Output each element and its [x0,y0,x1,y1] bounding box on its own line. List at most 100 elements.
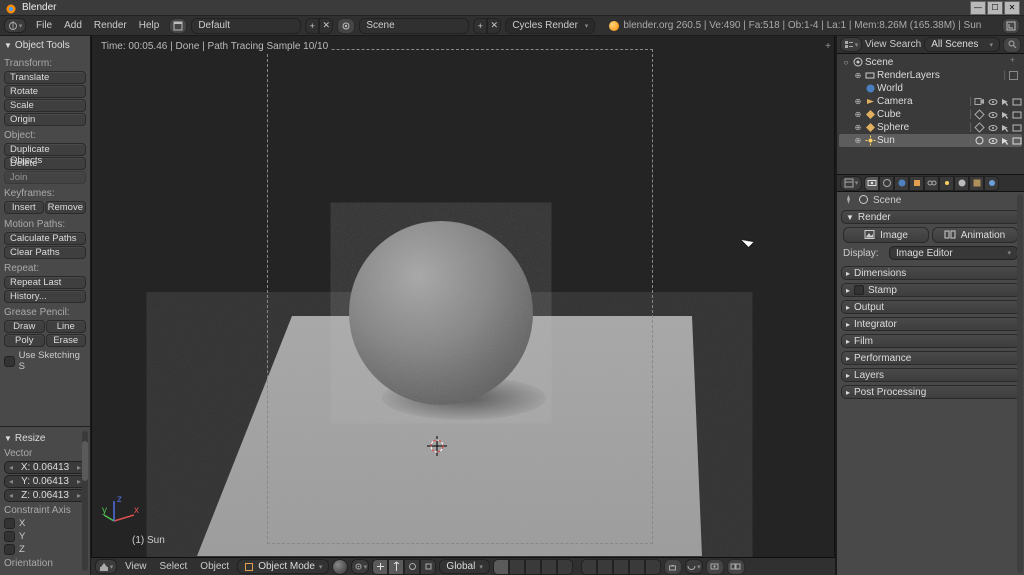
opengl-render-button[interactable] [706,559,724,575]
display-dropdown[interactable]: Image Editor ▾ [889,246,1018,260]
menu-render[interactable]: Render [88,20,133,31]
mode-dropdown[interactable]: Object Mode ▾ [237,559,329,574]
camera-render-icon[interactable] [1012,97,1022,107]
layer-6[interactable] [581,559,597,575]
maximize-button[interactable]: ☐ [987,1,1003,15]
layer-3[interactable] [525,559,541,575]
tab-data[interactable] [939,176,954,191]
3d-viewport[interactable]: Time: 00:05.46 | Done | Path Tracing Sam… [91,36,835,557]
layer-2[interactable] [509,559,525,575]
history-button[interactable]: History... [4,290,86,303]
sphere-render-icon[interactable] [1012,123,1022,133]
panel-integrator[interactable]: ▸Integrator [841,317,1020,331]
screen-add-remove[interactable]: +✕ [305,18,333,34]
sun-select-icon[interactable] [1000,136,1010,146]
insert-keyframe-button[interactable]: Insert [4,201,44,214]
panel-dimensions[interactable]: ▸Dimensions [841,266,1020,280]
stamp-checkbox[interactable] [854,285,864,295]
outliner-search-button[interactable] [1003,37,1021,53]
layer-1[interactable] [493,559,509,575]
outliner-view-menu[interactable]: View [865,39,887,50]
panel-post-processing[interactable]: ▸Post Processing [841,385,1020,399]
lock-camera-button[interactable] [664,559,682,575]
outliner-sphere-row[interactable]: ⊕ Sphere | [839,121,1022,134]
outliner-sun-row[interactable]: ⊕ Sun | [839,134,1022,147]
layer-10[interactable] [645,559,661,575]
resize-y-field[interactable]: ◂Y: 0.06413▸ [4,475,86,488]
resize-header[interactable]: ▼Resize [4,431,86,447]
translate-manipulator[interactable] [388,559,404,575]
cube-eye-icon[interactable] [988,110,998,120]
view-menu[interactable]: View [120,561,152,572]
scene-browse-button[interactable] [337,18,355,34]
3dview-editor-dropdown[interactable]: ▾ [95,559,117,574]
operator-scrollbar[interactable] [82,431,88,571]
panel-layers[interactable]: ▸Layers [841,368,1020,382]
scale-button[interactable]: Scale [4,99,86,112]
minimize-button[interactable]: — [970,1,986,15]
cube-render-icon[interactable] [1012,110,1022,120]
repeat-last-button[interactable]: Repeat Last [4,276,86,289]
render-panel-header[interactable]: ▼Render [841,210,1020,224]
viewport-plus-icon[interactable]: + [825,41,831,52]
layers-buttons-2[interactable] [581,559,661,575]
constraint-y-checkbox[interactable] [4,531,15,542]
constraint-z-row[interactable]: Z [4,544,86,555]
constraint-y-row[interactable]: Y [4,531,86,542]
tab-object[interactable] [909,176,924,191]
snap-dropdown[interactable]: ▾ [685,559,703,574]
camera-select-icon[interactable] [1000,97,1010,107]
layer-7[interactable] [597,559,613,575]
gp-line-button[interactable]: Line [46,320,87,333]
object-menu[interactable]: Object [195,561,234,572]
pin-icon[interactable] [843,194,855,206]
sun-eye-icon[interactable] [988,136,998,146]
screen-browse-button[interactable] [169,18,187,34]
scale-manipulator[interactable] [420,559,436,575]
editor-type-dropdown[interactable]: i ▾ [4,18,26,33]
tab-physics[interactable] [984,176,999,191]
rotate-button[interactable]: Rotate [4,85,86,98]
tab-render[interactable] [864,176,879,191]
translate-button[interactable]: Translate [4,71,86,84]
use-sketching-checkbox[interactable] [4,356,15,367]
render-image-button[interactable]: Image [843,227,929,243]
outliner-editor-dropdown[interactable]: ▾ [840,37,862,52]
outliner-renderlayers-row[interactable]: ⊕ RenderLayers | [839,69,1022,82]
scene-add-remove[interactable]: +✕ [473,18,501,34]
tab-scene[interactable] [879,176,894,191]
use-sketching-row[interactable]: Use Sketching S [4,350,86,372]
layer-5[interactable] [557,559,573,575]
sphere-select-icon[interactable] [1000,123,1010,133]
render-engine-dropdown[interactable]: Cycles Render ▾ [505,18,595,34]
outliner-plus-icon[interactable]: + [1010,55,1015,65]
panel-output[interactable]: ▸Output [841,300,1020,314]
layers-buttons[interactable] [493,559,573,575]
calculate-paths-button[interactable]: Calculate Paths [4,232,86,245]
layer-8[interactable] [613,559,629,575]
layer-9[interactable] [629,559,645,575]
duplicate-button[interactable]: Duplicate Objects [4,143,86,156]
menu-add[interactable]: Add [58,20,88,31]
manipulator-toggle[interactable] [372,559,388,575]
orientation-dropdown[interactable]: Global ▾ [439,559,489,574]
props-editor-dropdown[interactable]: ▾ [840,176,862,191]
gp-poly-button[interactable]: Poly [4,334,45,347]
cube-select-icon[interactable] [1000,110,1010,120]
outliner-camera-row[interactable]: ⊕ Camera | [839,95,1022,108]
screen-layout-field[interactable]: Default [191,18,301,34]
tab-world[interactable] [894,176,909,191]
object-tools-header[interactable]: ▼Object Tools [4,38,86,54]
resize-z-field[interactable]: ◂Z: 0.06413▸ [4,489,86,502]
properties-scrollbar[interactable] [1017,194,1023,573]
pivot-dropdown[interactable]: ▾ [351,559,369,574]
outliner-scope-dropdown[interactable]: All Scenes ▾ [924,37,1000,52]
clear-paths-button[interactable]: Clear Paths [4,246,86,259]
resize-x-field[interactable]: ◂X: 0.06413▸ [4,461,86,474]
outliner-search-menu[interactable]: Search [890,39,922,50]
sun-render-icon[interactable] [1012,136,1022,146]
constraint-z-checkbox[interactable] [4,544,15,555]
tab-constraints[interactable] [924,176,939,191]
outliner-world-row[interactable]: World [839,82,1022,95]
join-button[interactable]: Join [4,171,86,184]
